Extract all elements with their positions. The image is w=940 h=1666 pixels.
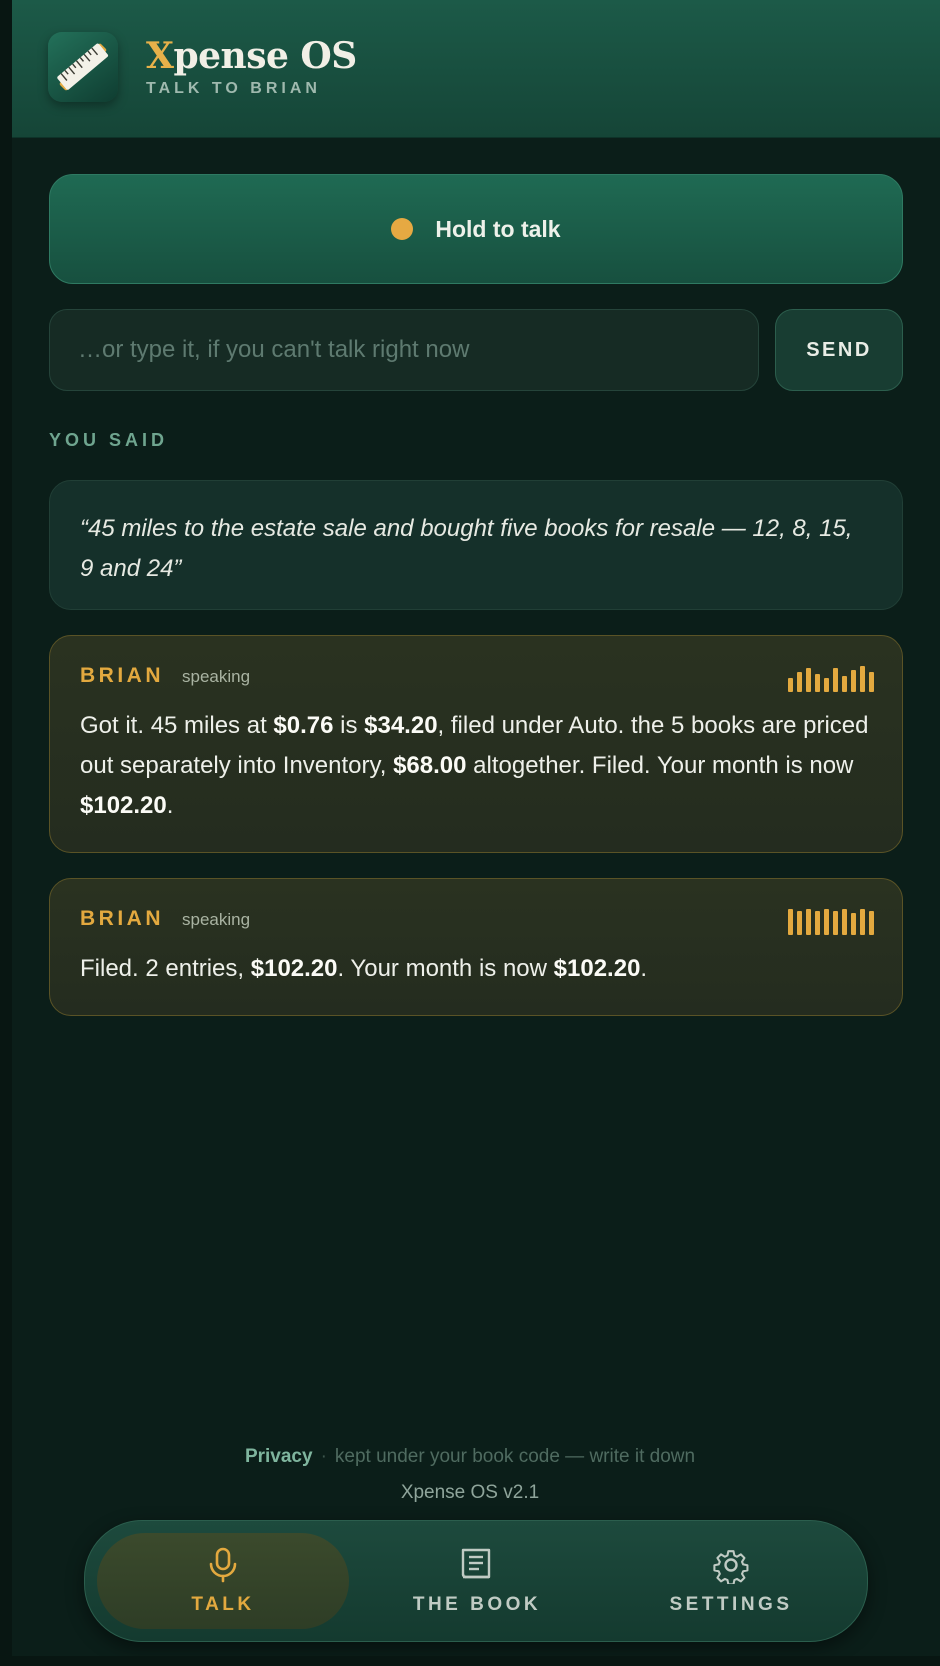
nav-label-the-book: THE BOOK <box>412 1594 542 1615</box>
audio-waveform-icon <box>788 664 874 692</box>
app-header: Xpense OS TALK TO BRIAN <box>12 0 940 138</box>
privacy-note: kept under your book code — write it dow… <box>334 1446 696 1467</box>
amount-text: $102.20 <box>553 955 641 982</box>
brian-message-text: Got it. 45 miles at $0.76 is $34.20, fil… <box>80 706 872 826</box>
nav-label-talk: TALK <box>191 1594 255 1615</box>
you-said-label: YOU SAID <box>49 430 169 450</box>
nav-tab-the-book[interactable]: THE BOOK <box>351 1533 603 1629</box>
bottom-nav: TALK THE BOOK SETTINGS <box>84 1520 868 1642</box>
brian-message-header: BRIAN speaking <box>80 664 872 694</box>
bottom-edge <box>0 1656 940 1666</box>
audio-waveform-icon <box>788 907 874 935</box>
amount-text: $102.20 <box>80 792 167 819</box>
nav-label-settings: SETTINGS <box>669 1594 793 1615</box>
brand: Xpense OS TALK TO BRIAN <box>146 36 357 98</box>
nav-tab-talk[interactable]: TALK <box>97 1533 349 1629</box>
message-text: altogether. Filed. Your month is now <box>466 752 854 779</box>
privacy-link[interactable]: Privacy <box>245 1446 313 1467</box>
app-subtitle: TALK TO BRIAN <box>146 80 321 97</box>
app-title-accent: X <box>146 35 174 77</box>
ruler-pencil-icon <box>48 32 118 102</box>
app-title: Xpense OS <box>146 36 357 76</box>
type-message-input[interactable] <box>49 309 759 391</box>
app-title-rest: pense OS <box>173 35 357 77</box>
brian-message-header: BRIAN speaking <box>80 907 872 937</box>
message-text: Filed. 2 entries, <box>80 955 251 982</box>
amount-text: $102.20 <box>250 955 338 982</box>
privacy-footer: Privacy · kept under your book code — writ… <box>0 1446 940 1468</box>
hold-to-talk-label: Hold to talk <box>435 215 561 242</box>
brian-message-card: BRIAN speaking Filed. 2 entries, $102.20… <box>49 878 903 1016</box>
brian-status: speaking <box>182 910 251 929</box>
message-text: Got it. 45 miles at <box>80 712 274 739</box>
message-text: . <box>166 792 174 819</box>
amount-text: $68.00 <box>393 752 467 779</box>
amount-text: $34.20 <box>364 712 438 739</box>
message-text: is <box>333 712 365 739</box>
brian-status: speaking <box>182 667 251 686</box>
brian-message-text: Filed. 2 entries, $102.20. Your month is… <box>80 949 872 989</box>
app-version: Xpense OS v2.1 <box>400 1482 540 1503</box>
brian-message-card: BRIAN speaking Got it. 45 miles at $0.76… <box>49 635 903 853</box>
you-said-card: “45 miles to the estate sale and bought … <box>49 480 903 610</box>
brian-name: BRIAN <box>80 664 164 687</box>
send-button[interactable]: SEND <box>775 309 903 391</box>
footer-separator: · <box>320 1446 327 1467</box>
message-text: . <box>640 955 648 982</box>
you-said-text: “45 miles to the estate sale and bought … <box>80 515 853 582</box>
record-dot-icon <box>391 218 414 240</box>
book-icon <box>461 1548 491 1579</box>
nav-tab-settings[interactable]: SETTINGS <box>605 1533 857 1629</box>
message-text: . Your month is now <box>337 955 554 982</box>
left-edge <box>0 0 12 1666</box>
hold-to-talk-button[interactable]: Hold to talk <box>49 174 903 284</box>
microphone-icon <box>209 1547 237 1583</box>
amount-text: $0.76 <box>273 712 334 739</box>
brian-name: BRIAN <box>80 907 164 930</box>
gear-icon <box>713 1550 749 1584</box>
